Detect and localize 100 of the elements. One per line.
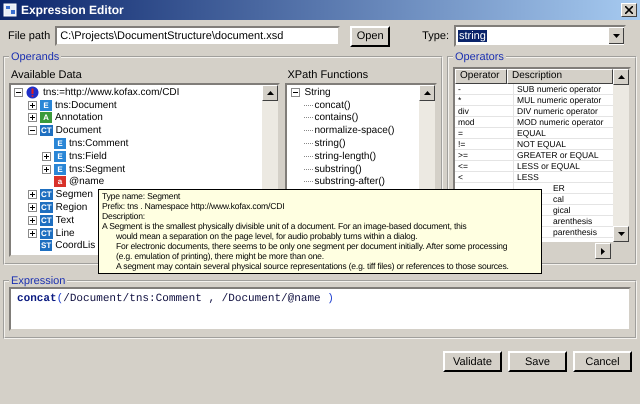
collapse-icon[interactable] [28, 126, 37, 136]
tree-item[interactable]: contains() [313, 112, 360, 124]
tree-item[interactable]: normalize-space() [313, 125, 396, 136]
expand-icon[interactable] [42, 152, 51, 161]
table-cell: ER [553, 183, 565, 193]
tree-item[interactable]: Text [54, 214, 76, 226]
tree-item[interactable]: tns:=http://www.kofax.com/CDI [42, 86, 180, 98]
tooltip-text: would mean a separation on the page level, for audio probably turns within a dialog. [115, 231, 418, 241]
tree-item[interactable]: CoordLis [54, 240, 96, 252]
file-path-field[interactable]: C:\Projects\DocumentStructure\document.xsd [55, 26, 340, 46]
table-cell: * [458, 95, 462, 105]
arrow-down-icon[interactable] [618, 232, 624, 236]
tooltip-text: (e.g. emulation of printing), there might be more than one. [115, 251, 325, 261]
expand-icon[interactable] [42, 164, 51, 174]
tree-item[interactable]: Region [54, 202, 88, 214]
tree-item[interactable]: tns:Field [68, 150, 108, 162]
tree-item[interactable]: @name [68, 176, 106, 188]
type-badge: CT [40, 214, 53, 226]
tree-item[interactable]: Segmen [54, 189, 94, 200]
table-cell: GREATER or EQUAL [517, 150, 599, 160]
app-icon [3, 3, 17, 17]
type-badge: ST [40, 240, 52, 252]
table-cell: MUL numeric operator [517, 95, 602, 105]
table-cell: NOT EQUAL [517, 139, 566, 149]
open-button[interactable]: Open [350, 26, 390, 46]
dialog-button[interactable]: Cancel [573, 351, 632, 372]
table-cell: DIV numeric operator [517, 106, 598, 116]
table-cell: SUB numeric operator [517, 84, 602, 94]
type-badge: CT [40, 228, 53, 239]
table-cell: LESS or EQUAL [517, 161, 580, 171]
tree-item[interactable]: concat() [313, 100, 352, 111]
tooltip-text: A Segment is the smallest physically divisible unit of a document. For an image-based document, this [102, 221, 468, 231]
tree-item[interactable]: substring() [313, 164, 363, 175]
table-cell: div [458, 106, 469, 116]
type-badge: A [40, 112, 52, 124]
tree-item[interactable]: string() [313, 138, 347, 150]
type-badge: a [54, 176, 66, 188]
type-badge: CT [40, 202, 53, 214]
group-title: Operators [454, 51, 505, 63]
table-cell: arenthesis [553, 216, 592, 226]
table-cell: mod [458, 117, 475, 127]
collapse-icon[interactable] [291, 88, 300, 97]
arrow-up-icon[interactable] [424, 91, 430, 95]
column-header[interactable]: Description [507, 69, 613, 84]
expand-icon[interactable] [28, 190, 37, 200]
type-badge: E [40, 100, 52, 111]
window-title: Expression Editor [21, 3, 125, 17]
type-badge: E [54, 138, 66, 150]
tree-item[interactable]: Annotation [54, 112, 104, 124]
tree-item[interactable]: String [303, 86, 332, 98]
tooltip-text: Prefix: tns . Namespace http://www.kofax.com/CDI [102, 201, 286, 211]
dialog-button[interactable]: Save [508, 351, 567, 372]
close-icon [625, 6, 633, 14]
tree-item[interactable]: tns:Document [54, 100, 118, 111]
tree-item[interactable]: substring-after() [313, 176, 386, 188]
expand-icon[interactable] [28, 113, 37, 122]
type-badge: E [54, 150, 66, 162]
table-cell: != [458, 139, 466, 149]
arrow-up-icon[interactable] [266, 91, 274, 95]
type-badge: CT [40, 189, 53, 200]
expand-icon[interactable] [28, 216, 37, 225]
table-cell: >= [458, 150, 468, 160]
type-dropdown[interactable]: string [454, 25, 626, 47]
tooltip-text: Type name: Segment [102, 191, 182, 201]
column-header[interactable]: Operator [455, 69, 507, 84]
field-label: Type: [422, 30, 449, 42]
expand-icon[interactable] [28, 228, 37, 238]
table-cell: MOD numeric operator [517, 117, 604, 127]
tree-item[interactable]: Line [54, 228, 76, 239]
tooltip-text: A segment may contain several physical source representations (e.g. tiff files) or references to those sources. [115, 261, 510, 271]
arrow-up-icon[interactable] [618, 75, 624, 79]
tree-item[interactable]: tns:Comment [68, 138, 130, 150]
table-cell: cal [553, 194, 564, 204]
table-cell: parenthesis [553, 227, 597, 237]
close-button[interactable] [621, 3, 637, 17]
expand-icon[interactable] [28, 100, 37, 110]
tooltip-text: Description: [102, 211, 145, 221]
collapse-icon[interactable] [14, 88, 23, 97]
table-cell: <= [458, 161, 468, 171]
panel-label: XPath Functions [286, 68, 370, 83]
tooltip-text: For electronic documents, there seems to be only one segment per document initially. After some processing [115, 241, 508, 251]
vertical-scrollbar[interactable] [613, 69, 629, 242]
tree-item[interactable]: Document [54, 125, 102, 136]
expression-field[interactable]: concat(/Document/tns:Comment , /Document/@name ) [9, 287, 631, 331]
sphere-icon [26, 86, 39, 99]
dialog-button[interactable]: Validate [443, 351, 502, 372]
table-cell: EQUAL [517, 128, 546, 138]
table-cell: < [458, 172, 463, 182]
field-label: File path [8, 30, 50, 42]
type-badge: CT [40, 125, 53, 136]
group-title: Operands [10, 51, 60, 63]
table-cell: = [458, 128, 463, 138]
arrow-right-icon[interactable] [601, 248, 605, 254]
expand-icon[interactable] [28, 203, 37, 212]
type-badge: E [54, 164, 66, 175]
tree-item[interactable]: tns:Segment [68, 164, 126, 175]
panel-label: Available Data [10, 68, 83, 83]
tree-item[interactable]: string-length() [313, 150, 378, 162]
table-cell: LESS [517, 172, 539, 182]
group-title: Expression [10, 275, 66, 287]
